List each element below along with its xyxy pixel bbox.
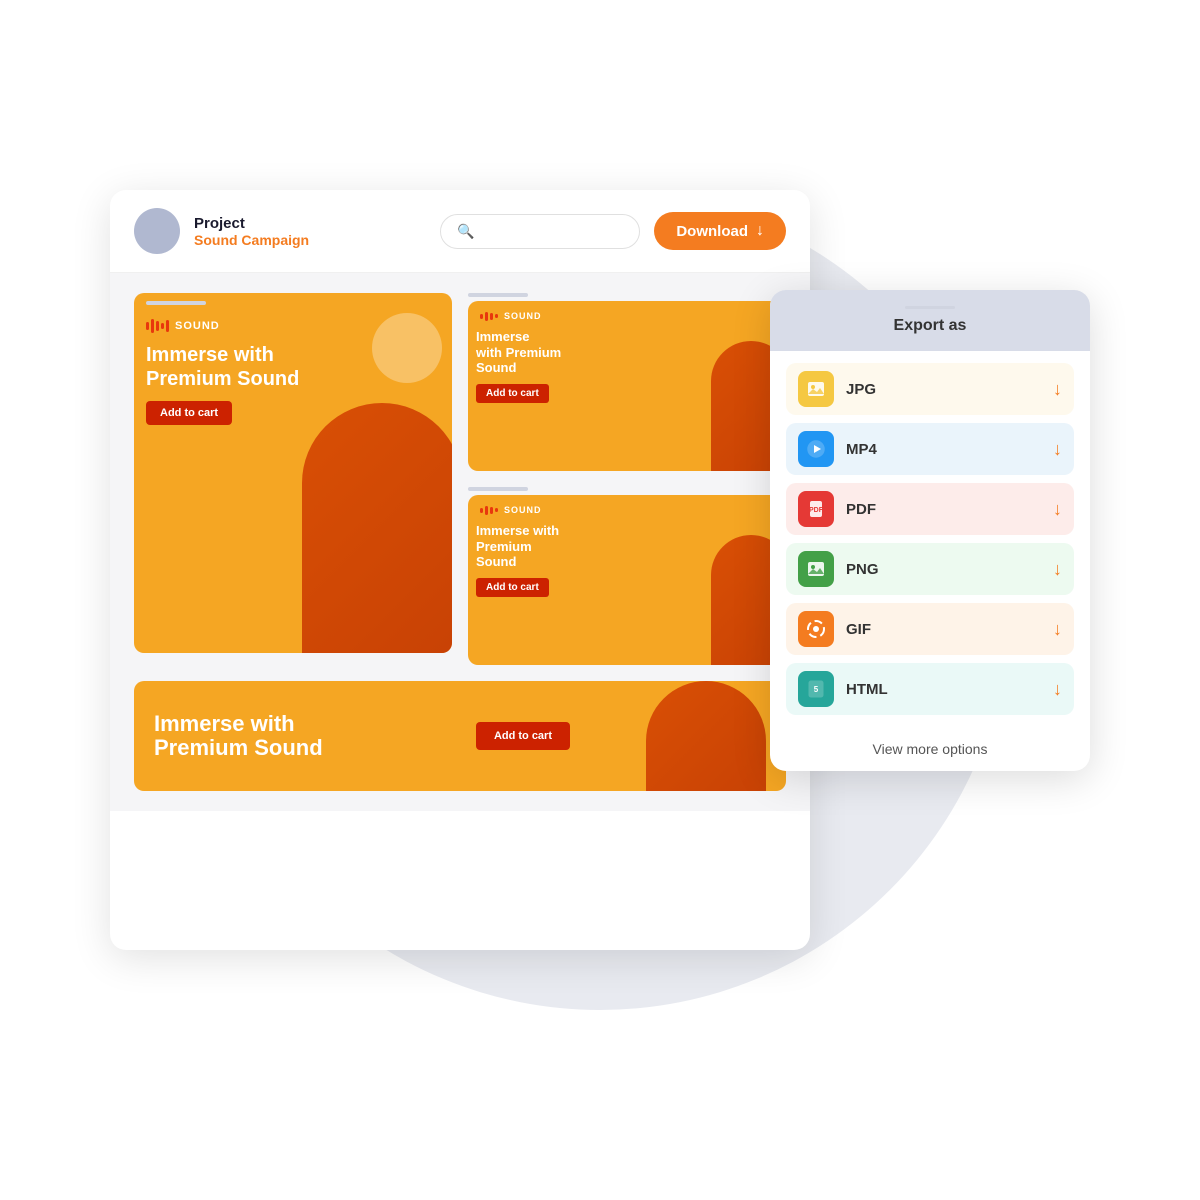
format-label-gif: GIF (846, 621, 1041, 638)
ad-wide-headline: Immerse withPremium Sound (154, 712, 440, 760)
headphones-circle-tall (372, 313, 442, 383)
canvas-area: SOUND Immerse withPremium Sound Add to c… (110, 273, 810, 811)
cta-btn-med-bot[interactable]: Add to cart (476, 578, 549, 597)
download-arrow-gif[interactable]: ↓ (1053, 619, 1062, 640)
ad-wide-text: Immerse withPremium Sound (134, 712, 460, 760)
sound-wave-icon (146, 319, 169, 333)
ad-medium-bottom: SOUND Immerse withPremiumSound Add to ca… (468, 495, 786, 665)
separator-line-med-top (468, 293, 528, 297)
format-icon-png (798, 551, 834, 587)
ad-wide: Immerse withPremium Sound Add to cart (134, 681, 786, 791)
format-label-jpg: JPG (846, 381, 1041, 398)
brand-text-med-bot: SOUND (504, 505, 542, 515)
format-icon-jpg (798, 371, 834, 407)
export-item-gif[interactable]: GIF ↓ (786, 603, 1074, 655)
ad-medium-bottom-wrapper: SOUND Immerse withPremiumSound Add to ca… (468, 487, 786, 665)
search-input[interactable] (483, 224, 603, 239)
avatar (134, 208, 180, 254)
project-subtitle: Sound Campaign (194, 232, 426, 248)
download-arrow-jpg[interactable]: ↓ (1053, 379, 1062, 400)
brand-text-tall: SOUND (175, 320, 220, 332)
ad-medium-top-wrapper: SOUND Immersewith PremiumSound Add to ca… (468, 293, 786, 471)
sound-wave-icon-med-top (480, 312, 498, 321)
export-item-jpg[interactable]: JPG ↓ (786, 363, 1074, 415)
ad-wide-person-shape (646, 681, 766, 791)
download-arrow-pdf[interactable]: ↓ (1053, 499, 1062, 520)
search-bar[interactable]: 🔍 (440, 214, 640, 249)
app-header: Project Sound Campaign 🔍 Download ↓ (110, 190, 810, 273)
format-label-mp4: MP4 (846, 441, 1041, 458)
sound-wave-icon-med-bot (480, 506, 498, 515)
divider-line (905, 306, 955, 309)
cta-btn-wide[interactable]: Add to cart (476, 722, 570, 750)
format-icon-mp4 (798, 431, 834, 467)
export-item-pdf[interactable]: PDF PDF ↓ (786, 483, 1074, 535)
download-arrow-html[interactable]: ↓ (1053, 679, 1062, 700)
export-list: JPG ↓ MP4 ↓ PDF (770, 351, 1090, 727)
format-icon-gif (798, 611, 834, 647)
separator-line (146, 301, 206, 305)
ad-wide-person (586, 681, 786, 791)
app-card: Project Sound Campaign 🔍 Download ↓ (110, 190, 810, 950)
download-button[interactable]: Download ↓ (654, 212, 786, 250)
format-icon-pdf: PDF (798, 491, 834, 527)
svg-text:5: 5 (814, 685, 819, 694)
download-icon: ↓ (756, 222, 764, 240)
cta-btn-med-top[interactable]: Add to cart (476, 384, 549, 403)
download-arrow-mp4[interactable]: ↓ (1053, 439, 1062, 460)
scene-wrapper: Project Sound Campaign 🔍 Download ↓ (110, 150, 1090, 1050)
ad-medium-top: SOUND Immersewith PremiumSound Add to ca… (468, 301, 786, 471)
search-icon: 🔍 (457, 223, 474, 240)
ad-brand-bar-med-bot: SOUND (468, 495, 786, 519)
export-item-mp4[interactable]: MP4 ↓ (786, 423, 1074, 475)
view-more-options[interactable]: View more options (770, 727, 1090, 771)
brand-text-med-top: SOUND (504, 311, 542, 321)
svg-text:PDF: PDF (809, 507, 824, 514)
export-item-png[interactable]: PNG ↓ (786, 543, 1074, 595)
export-item-html[interactable]: 5 HTML ↓ (786, 663, 1074, 715)
separator-line-med-bot (468, 487, 528, 491)
ad-brand-bar-med-top: SOUND (468, 301, 786, 325)
add-to-cart-label-tall[interactable]: Add to cart (146, 401, 232, 425)
format-label-png: PNG (846, 561, 1041, 578)
ad-tall: SOUND Immerse withPremium Sound Add to c… (134, 293, 452, 653)
format-icon-html: 5 (798, 671, 834, 707)
download-arrow-png[interactable]: ↓ (1053, 559, 1062, 580)
export-title: Export as (790, 317, 1070, 335)
export-panel: Export as JPG ↓ (770, 290, 1090, 771)
format-label-pdf: PDF (846, 501, 1041, 518)
format-label-html: HTML (846, 681, 1041, 698)
download-button-label: Download (676, 223, 748, 240)
project-info: Project Sound Campaign (194, 215, 426, 248)
project-label: Project (194, 215, 426, 232)
person-shape-tall (302, 403, 452, 653)
export-header: Export as (770, 290, 1090, 351)
